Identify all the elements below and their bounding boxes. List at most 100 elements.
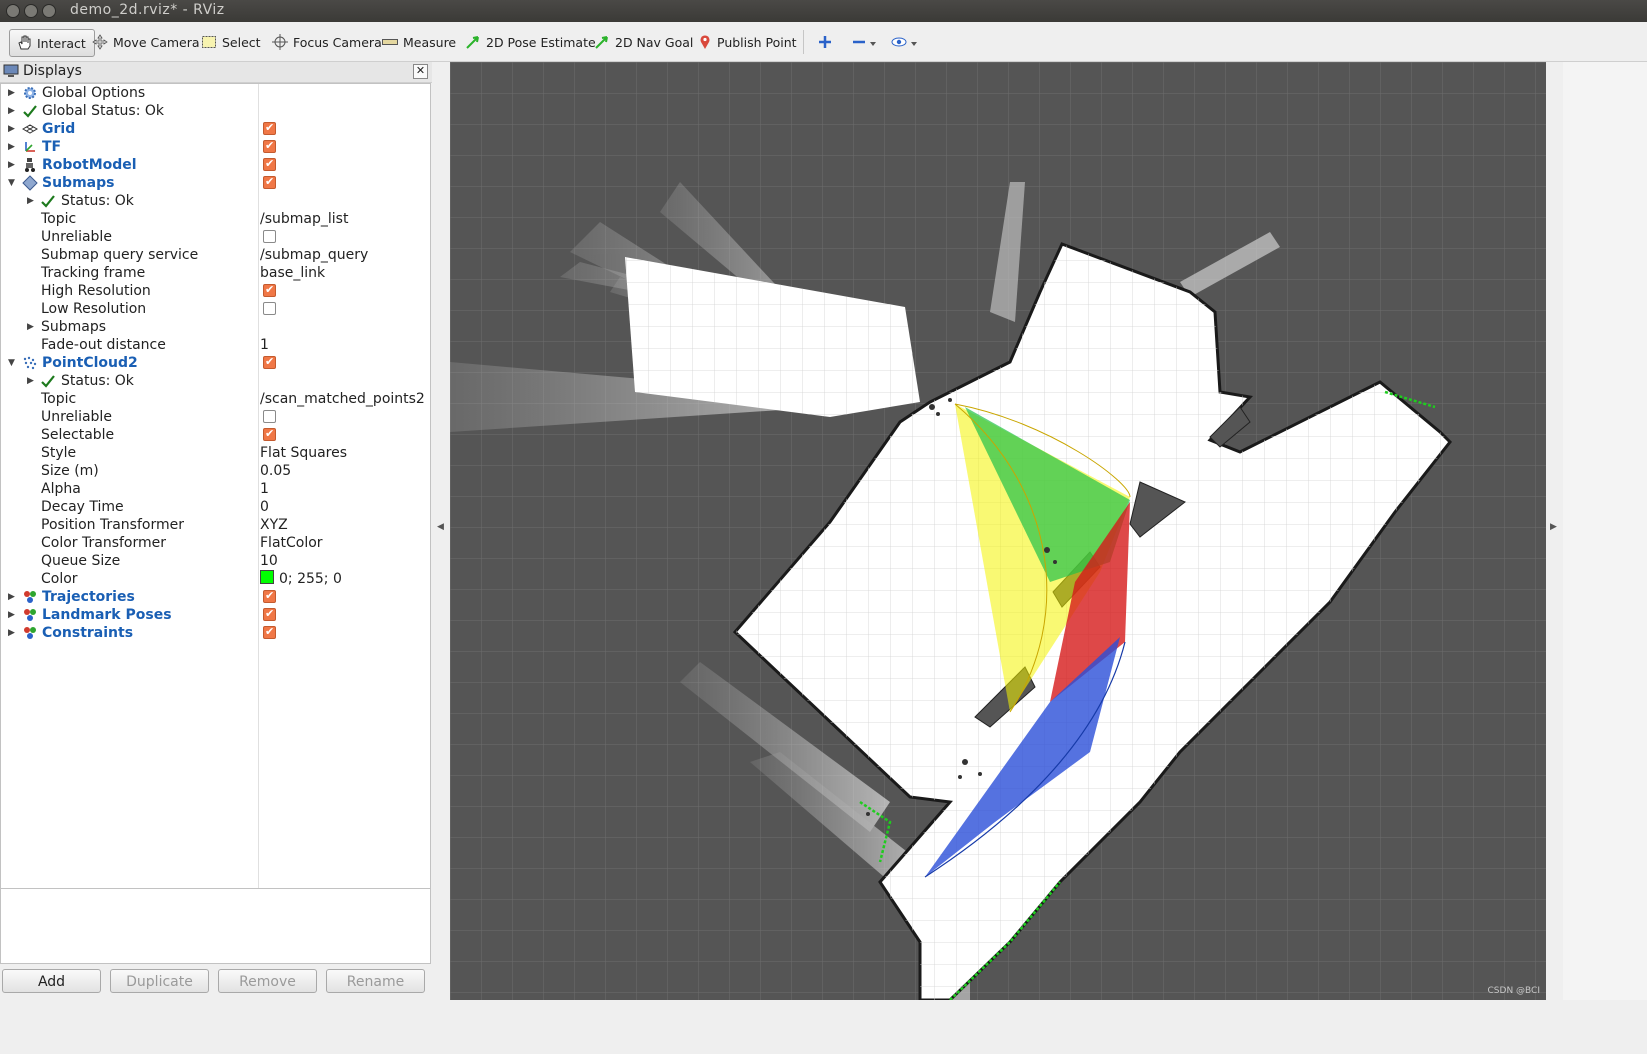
tree-row-pointcloud-status[interactable]: ▶ Status: Ok (1, 372, 430, 390)
expand-arrow-icon[interactable]: ▶ (8, 588, 15, 606)
tree-row-high-resolution[interactable]: High Resolution (1, 281, 430, 300)
displays-panel-header: Displays ✕ (0, 62, 432, 83)
color-text: 0; 255; 0 (279, 571, 342, 587)
tree-row-color[interactable]: Color 0; 255; 0 (1, 570, 430, 588)
property-value[interactable]: /submap_query (260, 246, 368, 264)
close-window-icon[interactable] (6, 4, 20, 18)
enabled-checkbox[interactable] (263, 155, 276, 173)
tool-select-label: Select (222, 34, 261, 50)
tool-measure[interactable]: Measure (382, 29, 456, 55)
property-value[interactable]: 10 (260, 552, 278, 570)
tree-row-submap-query-service[interactable]: Submap query service /submap_query (1, 246, 430, 264)
tool-select[interactable]: Select (201, 29, 261, 55)
collapse-arrow-icon[interactable]: ▼ (8, 174, 15, 192)
property-value[interactable]: /submap_list (260, 210, 348, 228)
tree-row-submaps-unreliable[interactable]: Unreliable (1, 228, 430, 246)
property-value[interactable]: 0 (260, 498, 269, 516)
tree-row-submaps-status[interactable]: ▶ Status: Ok (1, 192, 430, 210)
collapse-arrow-icon[interactable]: ▼ (8, 354, 15, 372)
tree-row-submaps[interactable]: ▼ Submaps (1, 173, 430, 192)
tree-row-alpha[interactable]: Alpha 1 (1, 480, 430, 498)
tree-row-tracking-frame[interactable]: Tracking frame base_link (1, 264, 430, 282)
expand-arrow-icon[interactable]: ▶ (8, 120, 15, 138)
enabled-checkbox[interactable] (263, 587, 276, 605)
property-checkbox[interactable] (263, 410, 276, 423)
tree-row-low-resolution[interactable]: Low Resolution (1, 300, 430, 318)
enabled-checkbox[interactable] (263, 137, 276, 155)
property-value[interactable]: /scan_matched_points2 (260, 390, 425, 408)
right-splitter-handle[interactable]: ▶ (1547, 62, 1561, 1000)
tree-row-grid[interactable]: ▶ Grid (1, 119, 430, 138)
expand-arrow-icon[interactable]: ▶ (8, 606, 15, 624)
property-value[interactable]: 1 (260, 480, 269, 498)
collapse-left-icon[interactable]: ◀ (437, 522, 444, 532)
property-value[interactable]: XYZ (260, 516, 288, 534)
tool-interact-label: Interact (37, 35, 86, 51)
color-value[interactable]: 0; 255; 0 (260, 570, 342, 588)
enabled-checkbox[interactable] (263, 119, 276, 137)
expand-arrow-icon[interactable]: ▶ (8, 84, 15, 102)
tree-row-trajectories[interactable]: ▶ Trajectories (1, 587, 430, 606)
tree-row-pointcloud2[interactable]: ▼ PointCloud2 (1, 353, 430, 372)
remove-button[interactable]: Remove (218, 969, 317, 993)
tool-interact[interactable]: Interact (9, 29, 95, 57)
view-tool-button[interactable] (891, 29, 919, 55)
tree-row-submaps-list[interactable]: ▶ Submaps (1, 318, 430, 336)
tree-row-global-options[interactable]: ▶ Global Options (1, 84, 430, 102)
remove-tool-button[interactable] (852, 29, 878, 55)
tree-row-landmark-poses[interactable]: ▶ Landmark Poses (1, 605, 430, 624)
tree-row-constraints[interactable]: ▶ Constraints (1, 623, 430, 642)
property-value[interactable]: Flat Squares (260, 444, 347, 462)
render-viewport[interactable]: CSDN @BCI (450, 62, 1546, 1000)
tree-row-global-status[interactable]: ▶ Global Status: Ok (1, 102, 430, 120)
collapse-right-icon[interactable]: ▶ (1550, 522, 1557, 532)
tree-row-fade-out-distance[interactable]: Fade-out distance 1 (1, 336, 430, 354)
property-checkbox[interactable] (263, 281, 276, 299)
tree-row-tf[interactable]: ▶ TF (1, 137, 430, 156)
expand-arrow-icon[interactable]: ▶ (8, 624, 15, 642)
tree-row-selectable[interactable]: Selectable (1, 425, 430, 444)
tree-row-pointcloud-topic[interactable]: Topic /scan_matched_points2 (1, 390, 430, 408)
minimize-window-icon[interactable] (24, 4, 38, 18)
grid-icon (22, 124, 38, 134)
add-tool-button[interactable] (818, 29, 832, 55)
expand-arrow-icon[interactable]: ▶ (8, 102, 15, 120)
tree-row-robotmodel[interactable]: ▶ RobotModel (1, 155, 430, 174)
add-button[interactable]: Add (2, 969, 101, 993)
property-value[interactable]: base_link (260, 264, 325, 282)
enabled-checkbox[interactable] (263, 605, 276, 623)
tree-row-submaps-topic[interactable]: Topic /submap_list (1, 210, 430, 228)
property-value[interactable]: 1 (260, 336, 269, 354)
tree-row-position-transformer[interactable]: Position Transformer XYZ (1, 516, 430, 534)
rename-button[interactable]: Rename (326, 969, 425, 993)
enabled-checkbox[interactable] (263, 353, 276, 371)
left-splitter-handle[interactable]: ◀ (433, 62, 449, 1000)
property-checkbox[interactable] (263, 425, 276, 443)
close-panel-icon[interactable]: ✕ (413, 64, 428, 79)
tree-row-pointcloud-unreliable[interactable]: Unreliable (1, 408, 430, 426)
tool-move-camera[interactable]: Move Camera (92, 29, 200, 55)
property-value[interactable]: FlatColor (260, 534, 323, 552)
tool-2d-nav-goal[interactable]: 2D Nav Goal (594, 29, 693, 55)
enabled-checkbox[interactable] (263, 623, 276, 641)
tool-focus-camera[interactable]: Focus Camera (272, 29, 382, 55)
tree-row-queue-size[interactable]: Queue Size 10 (1, 552, 430, 570)
expand-arrow-icon[interactable]: ▶ (8, 156, 15, 174)
expand-arrow-icon[interactable]: ▶ (27, 192, 34, 210)
property-checkbox[interactable] (263, 230, 276, 243)
maximize-window-icon[interactable] (42, 4, 56, 18)
expand-arrow-icon[interactable]: ▶ (27, 372, 34, 390)
map-render[interactable] (450, 62, 1546, 1000)
expand-arrow-icon[interactable]: ▶ (27, 318, 34, 336)
tool-2d-pose-estimate[interactable]: 2D Pose Estimate (465, 29, 596, 55)
property-value[interactable]: 0.05 (260, 462, 291, 480)
duplicate-button[interactable]: Duplicate (110, 969, 209, 993)
tree-row-size[interactable]: Size (m) 0.05 (1, 462, 430, 480)
tool-publish-point[interactable]: Publish Point (698, 29, 797, 55)
tree-row-color-transformer[interactable]: Color Transformer FlatColor (1, 534, 430, 552)
expand-arrow-icon[interactable]: ▶ (8, 138, 15, 156)
property-checkbox[interactable] (263, 302, 276, 315)
tree-row-style[interactable]: Style Flat Squares (1, 444, 430, 462)
tree-row-decay-time[interactable]: Decay Time 0 (1, 498, 430, 516)
enabled-checkbox[interactable] (263, 173, 276, 191)
